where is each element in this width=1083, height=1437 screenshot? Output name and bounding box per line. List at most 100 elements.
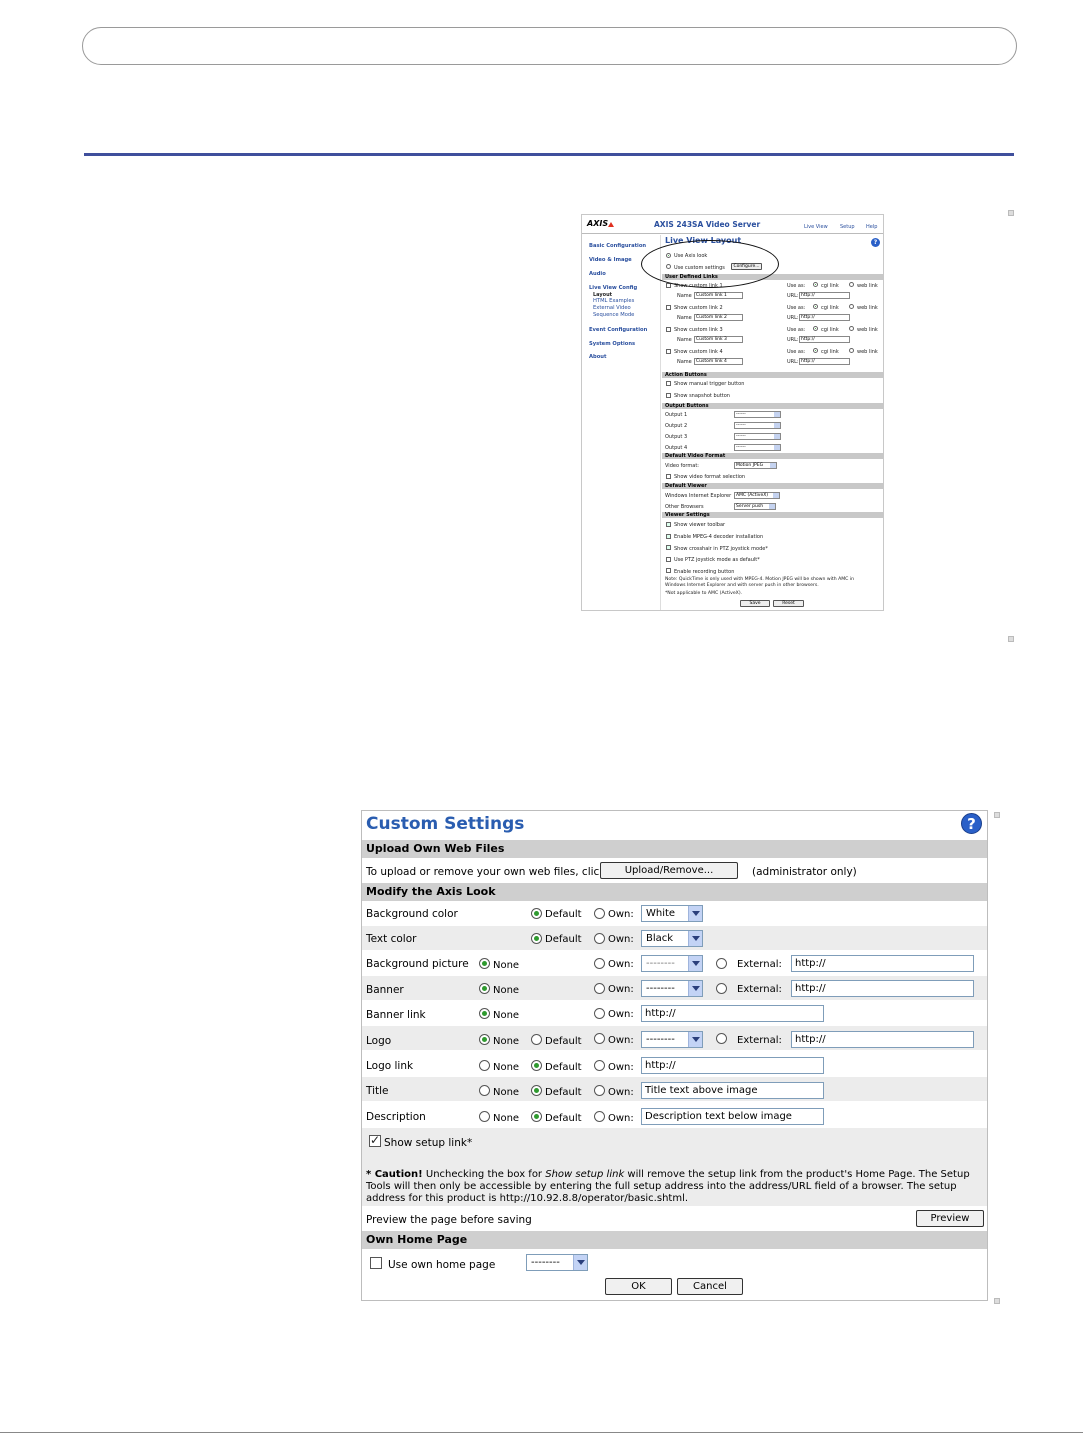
own-radio[interactable] [594, 983, 605, 994]
viewer-toolbar-checkbox[interactable] [666, 522, 671, 527]
ok-button[interactable]: OK [605, 1278, 672, 1295]
none-radio[interactable] [479, 983, 490, 994]
custom-link-url-input[interactable]: http:// [799, 314, 850, 321]
output-3-select[interactable]: ------ [734, 433, 781, 440]
web-link-radio[interactable] [849, 348, 854, 353]
own-radio[interactable] [594, 1060, 605, 1071]
cgi-link-radio[interactable] [813, 282, 818, 287]
help-icon[interactable]: ? [961, 813, 982, 834]
web-link-radio[interactable] [849, 326, 854, 331]
custom-link-name-input[interactable]: Custom link 2 [694, 314, 743, 321]
default-radio[interactable] [531, 1034, 542, 1045]
recording-button-checkbox[interactable] [666, 568, 671, 573]
logo-link-input[interactable]: http:// [641, 1057, 824, 1074]
nav-event-configuration[interactable]: Event Configuration [589, 327, 647, 333]
show-custom-link-checkbox[interactable] [666, 327, 671, 332]
own-radio[interactable] [594, 958, 605, 969]
cgi-link-radio[interactable] [813, 304, 818, 309]
none-radio[interactable] [479, 1085, 490, 1096]
external-radio[interactable] [716, 1033, 727, 1044]
custom-link-name-input[interactable]: Custom link 4 [694, 358, 743, 365]
mpeg4-decoder-checkbox[interactable] [666, 534, 671, 539]
web-link-radio[interactable] [849, 304, 854, 309]
nav-about[interactable]: About [589, 354, 606, 360]
cgi-link-radio[interactable] [813, 348, 818, 353]
title-input[interactable]: Title text above image [641, 1082, 824, 1099]
viewer-other-select[interactable]: Server push [734, 503, 776, 510]
own-radio[interactable] [594, 1085, 605, 1096]
top-link-setup[interactable]: Setup [840, 224, 855, 230]
external-radio[interactable] [716, 958, 727, 969]
ptz-crosshair-checkbox[interactable] [666, 545, 671, 550]
custom-link-url-input[interactable]: http:// [799, 336, 850, 343]
banner-select[interactable]: -------- [641, 980, 703, 997]
nav-external-video[interactable]: External Video [593, 305, 631, 311]
web-link-radio[interactable] [849, 282, 854, 287]
nav-video-image[interactable]: Video & Image [589, 257, 632, 263]
own-radio[interactable] [594, 1008, 605, 1019]
show-trigger-checkbox[interactable] [666, 381, 671, 386]
nav-live-view-config[interactable]: Live View Config [589, 285, 637, 291]
show-custom-link-checkbox[interactable] [666, 349, 671, 354]
default-radio[interactable] [531, 1111, 542, 1122]
use-own-home-checkbox[interactable] [370, 1257, 382, 1269]
save-button[interactable]: Save [740, 600, 770, 607]
default-label: Default [545, 1062, 582, 1073]
nav-html-examples[interactable]: HTML Examples [593, 298, 634, 304]
background-picture-external-input[interactable]: http:// [791, 955, 974, 972]
banner-link-input[interactable]: http:// [641, 1005, 824, 1022]
reset-button[interactable]: Reset [773, 600, 804, 607]
top-link-liveview[interactable]: Live View [804, 224, 828, 230]
description-input[interactable]: Description text below image [641, 1108, 824, 1125]
nav-sequence-mode[interactable]: Sequence Mode [593, 312, 634, 318]
banner-external-input[interactable]: http:// [791, 980, 974, 997]
viewer-ie-select[interactable]: AMC (ActiveX) [734, 492, 780, 499]
top-link-help[interactable]: Help [866, 224, 877, 230]
cancel-button[interactable]: Cancel [677, 1278, 743, 1295]
show-setup-link-checkbox[interactable] [369, 1133, 381, 1147]
own-radio[interactable] [594, 908, 605, 919]
background-picture-select[interactable]: -------- [641, 955, 703, 972]
cgi-link-radio[interactable] [813, 326, 818, 331]
background-color-select[interactable]: White [641, 905, 703, 922]
default-radio[interactable] [531, 1060, 542, 1071]
output-4-select[interactable]: ------ [734, 444, 781, 451]
nav-audio[interactable]: Audio [589, 271, 606, 277]
web-link-label: web link [857, 327, 878, 333]
none-radio[interactable] [479, 1034, 490, 1045]
caution-note: * Caution! Unchecking the box for Show s… [366, 1169, 981, 1205]
custom-link-name-input[interactable]: Custom link 3 [694, 336, 743, 343]
none-radio[interactable] [479, 958, 490, 969]
upload-remove-button[interactable]: Upload/Remove... [600, 862, 738, 879]
video-format-select[interactable]: Motion JPEG [734, 462, 777, 469]
preview-button[interactable]: Preview [916, 1210, 984, 1227]
logo-external-input[interactable]: http:// [791, 1031, 974, 1048]
show-video-format-checkbox[interactable] [666, 474, 671, 479]
nav-basic-configuration[interactable]: Basic Configuration [589, 243, 646, 249]
own-radio[interactable] [594, 933, 605, 944]
default-radio[interactable] [531, 933, 542, 944]
none-radio[interactable] [479, 1111, 490, 1122]
text-color-select[interactable]: Black [641, 930, 703, 947]
own-radio[interactable] [594, 1111, 605, 1122]
default-radio[interactable] [531, 1085, 542, 1096]
none-radio[interactable] [479, 1008, 490, 1019]
output-2-select[interactable]: ------ [734, 422, 781, 429]
show-custom-link-checkbox[interactable] [666, 305, 671, 310]
output-1-select[interactable]: ------ [734, 411, 781, 418]
logo-select[interactable]: -------- [641, 1031, 703, 1048]
show-video-format-label: Show video format selection [674, 474, 746, 480]
custom-link-name-input[interactable]: Custom link 1 [694, 292, 743, 299]
nav-system-options[interactable]: System Options [589, 341, 635, 347]
external-radio[interactable] [716, 983, 727, 994]
own-radio[interactable] [594, 1033, 605, 1044]
custom-link-url-input[interactable]: http:// [799, 292, 850, 299]
ptz-default-checkbox[interactable] [666, 557, 671, 562]
show-setup-link-label: Show setup link* [384, 1137, 473, 1149]
none-radio[interactable] [479, 1060, 490, 1071]
home-page-select[interactable]: -------- [526, 1254, 588, 1271]
show-snapshot-checkbox[interactable] [666, 393, 671, 398]
custom-link-url-input[interactable]: http:// [799, 358, 850, 365]
default-radio[interactable] [531, 908, 542, 919]
help-icon[interactable]: ? [871, 238, 880, 247]
